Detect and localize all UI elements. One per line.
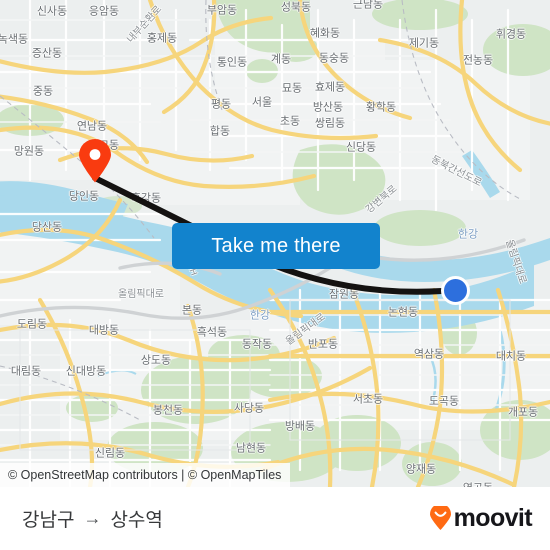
- trip-origin-label: 강남구: [22, 510, 75, 531]
- take-me-there-label: Take me there: [211, 234, 341, 257]
- footer-bar: 강남구 → 상수역 moovit: [0, 487, 550, 550]
- destination-dot[interactable]: [441, 276, 470, 305]
- map-attribution-text[interactable]: © OpenStreetMap contributors | © OpenMap…: [8, 468, 281, 482]
- origin-map-pin[interactable]: [78, 139, 112, 183]
- moovit-trip-map-screen: .rd-major { stroke:#f6d57c; stroke-linec…: [0, 0, 550, 550]
- arrow-right-icon: →: [83, 507, 102, 528]
- moovit-logo[interactable]: moovit: [429, 504, 533, 532]
- moovit-pin-icon: [429, 506, 451, 530]
- trip-summary: 강남구 → 상수역: [22, 505, 163, 532]
- take-me-there-button[interactable]: Take me there: [172, 223, 380, 269]
- map-canvas[interactable]: .rd-major { stroke:#f6d57c; stroke-linec…: [0, 0, 550, 487]
- map-attribution: © OpenStreetMap contributors | © OpenMap…: [0, 463, 291, 487]
- moovit-wordmark: moovit: [453, 504, 533, 532]
- trip-destination-label: 상수역: [110, 510, 163, 531]
